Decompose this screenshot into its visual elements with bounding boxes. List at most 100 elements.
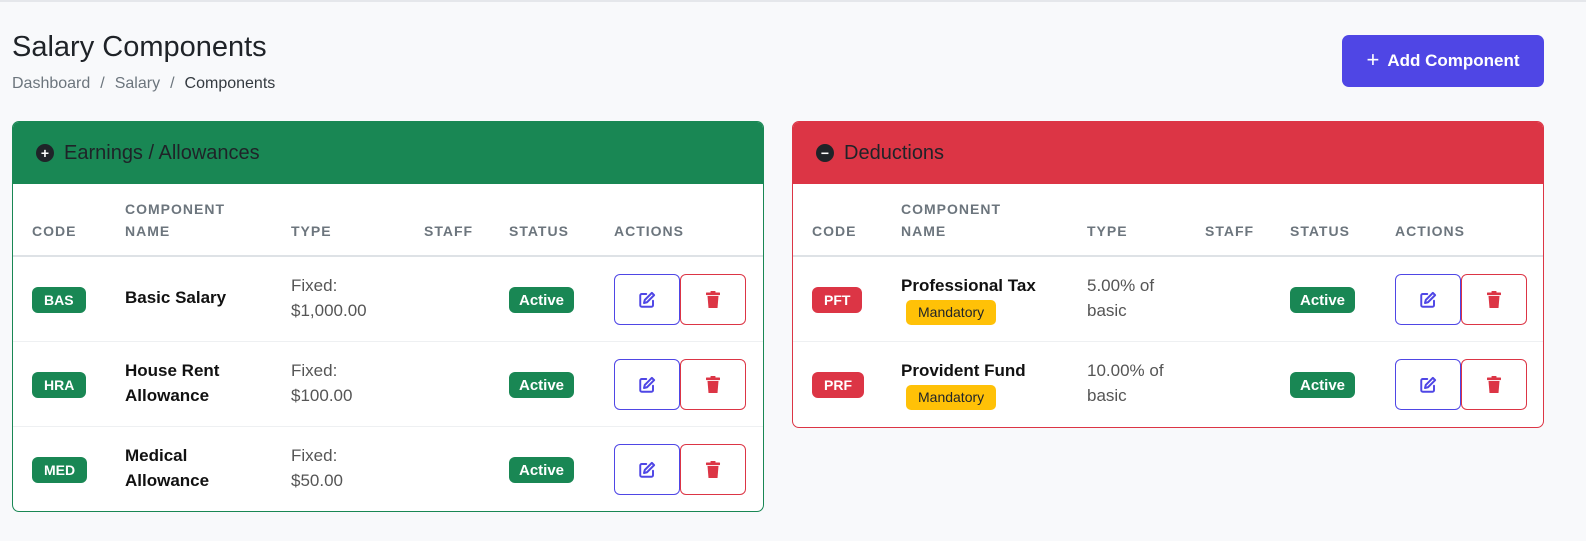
component-name-line1: Provident Fund <box>901 361 1026 380</box>
edit-icon <box>1420 376 1437 393</box>
type-line2: $50.00 <box>291 471 343 490</box>
column-name-line1: COMPONENT <box>125 201 225 217</box>
page-title: Salary Components <box>12 31 267 63</box>
minus-circle-icon: − <box>816 144 834 162</box>
edit-button[interactable] <box>614 359 680 410</box>
status-badge: Active <box>509 287 575 313</box>
code-badge: BAS <box>32 287 86 313</box>
component-name: Medical Allowance <box>125 443 209 493</box>
component-type: 10.00% of basic <box>1087 358 1164 408</box>
component-type: 5.00% of basic <box>1087 273 1154 323</box>
earnings-card: + Earnings / Allowances CODE COMPONENT N… <box>12 121 764 512</box>
earnings-title: Earnings / Allowances <box>64 141 260 164</box>
status-badge: Active <box>1290 287 1356 313</box>
deductions-card: − Deductions CODE COMPONENT NAME TYPE ST… <box>792 121 1544 428</box>
table-row: MED Medical Allowance Fixed: $50.00 Acti… <box>13 427 763 511</box>
column-component-name: COMPONENT NAME <box>901 198 1001 242</box>
add-component-label: Add Component <box>1387 51 1520 70</box>
column-name-line1: COMPONENT <box>901 201 1001 217</box>
column-type: TYPE <box>1087 223 1128 239</box>
component-name-line1: House Rent <box>125 361 220 380</box>
deductions-table-header: CODE COMPONENT NAME TYPE STAFF STATUS AC… <box>793 184 1543 257</box>
add-component-button[interactable]: + Add Component <box>1342 35 1544 87</box>
type-line1: Fixed: <box>291 276 338 295</box>
delete-button[interactable] <box>1461 359 1527 410</box>
code-badge: PRF <box>812 372 864 398</box>
column-type: TYPE <box>291 223 332 239</box>
component-name-line1: Basic Salary <box>125 288 227 307</box>
table-row: PRF Provident Fund Mandatory 10.00% of b… <box>793 342 1543 427</box>
column-name-line2: NAME <box>125 223 171 239</box>
breadcrumb-separator: / <box>100 75 105 92</box>
edit-icon <box>639 376 656 393</box>
table-row: PFT Professional Tax Mandatory 5.00% of … <box>793 257 1543 342</box>
column-staff: STAFF <box>1205 223 1255 239</box>
plus-icon: + <box>1366 47 1380 72</box>
mandatory-badge: Mandatory <box>906 300 997 325</box>
edit-icon <box>1420 291 1437 308</box>
earnings-table-header: CODE COMPONENT NAME TYPE STAFF STATUS AC… <box>13 184 763 257</box>
delete-button[interactable] <box>680 359 746 410</box>
edit-button[interactable] <box>1395 359 1461 410</box>
column-name-line2: NAME <box>901 223 947 239</box>
edit-button[interactable] <box>614 444 680 495</box>
delete-button[interactable] <box>1461 274 1527 325</box>
component-type: Fixed: $50.00 <box>291 443 343 493</box>
column-code: CODE <box>812 223 857 239</box>
edit-icon <box>639 291 656 308</box>
code-badge: PFT <box>812 287 863 313</box>
delete-button[interactable] <box>680 274 746 325</box>
column-actions: ACTIONS <box>614 223 684 239</box>
edit-icon <box>639 461 656 478</box>
breadcrumb-components: Components <box>184 75 276 92</box>
column-actions: ACTIONS <box>1395 223 1465 239</box>
column-status: STATUS <box>509 223 569 239</box>
component-name-line1: Medical <box>125 446 188 465</box>
component-name: Basic Salary <box>125 285 226 310</box>
type-line1: Fixed: <box>291 361 338 380</box>
status-badge: Active <box>1290 372 1356 398</box>
component-name: Professional Tax Mandatory <box>901 273 1036 325</box>
trash-icon <box>706 460 720 478</box>
component-name-line1: Professional Tax <box>901 276 1036 295</box>
column-staff: STAFF <box>424 223 474 239</box>
code-badge: HRA <box>32 372 87 398</box>
trash-icon <box>1487 375 1501 393</box>
type-line1: Fixed: <box>291 446 338 465</box>
type-line1: 5.00% of <box>1087 276 1155 295</box>
page-header: Salary Components Dashboard / Salary / C… <box>12 30 275 93</box>
component-type: Fixed: $1,000.00 <box>291 273 367 323</box>
plus-circle-icon: + <box>36 144 54 162</box>
status-badge: Active <box>509 372 575 398</box>
code-badge: MED <box>32 457 88 483</box>
top-border <box>0 0 1586 2</box>
component-type: Fixed: $100.00 <box>291 358 352 408</box>
breadcrumb-salary[interactable]: Salary <box>115 75 160 93</box>
breadcrumb: Dashboard / Salary / Components <box>12 75 275 93</box>
table-row: BAS Basic Salary Fixed: $1,000.00 Active <box>13 257 763 342</box>
column-code: CODE <box>32 223 77 239</box>
column-component-name: COMPONENT NAME <box>125 198 225 242</box>
trash-icon <box>706 290 720 308</box>
type-line1: 10.00% of <box>1087 361 1164 380</box>
component-name-line2: Allowance <box>125 386 210 405</box>
type-line2: $100.00 <box>291 386 353 405</box>
component-name-line2: Allowance <box>125 471 210 490</box>
edit-button[interactable] <box>614 274 680 325</box>
component-name: Provident Fund Mandatory <box>901 358 1026 410</box>
mandatory-badge: Mandatory <box>906 385 997 410</box>
type-line2: basic <box>1087 301 1127 320</box>
edit-button[interactable] <box>1395 274 1461 325</box>
table-row: HRA House Rent Allowance Fixed: $100.00 … <box>13 342 763 427</box>
delete-button[interactable] <box>680 444 746 495</box>
status-badge: Active <box>509 457 575 483</box>
type-line2: basic <box>1087 386 1127 405</box>
earnings-card-header: + Earnings / Allowances <box>13 122 763 184</box>
trash-icon <box>1487 290 1501 308</box>
column-status: STATUS <box>1290 223 1350 239</box>
component-name: House Rent Allowance <box>125 358 219 408</box>
breadcrumb-dashboard[interactable]: Dashboard <box>12 75 90 93</box>
deductions-card-header: − Deductions <box>793 122 1543 184</box>
type-line2: $1,000.00 <box>291 301 367 320</box>
trash-icon <box>706 375 720 393</box>
